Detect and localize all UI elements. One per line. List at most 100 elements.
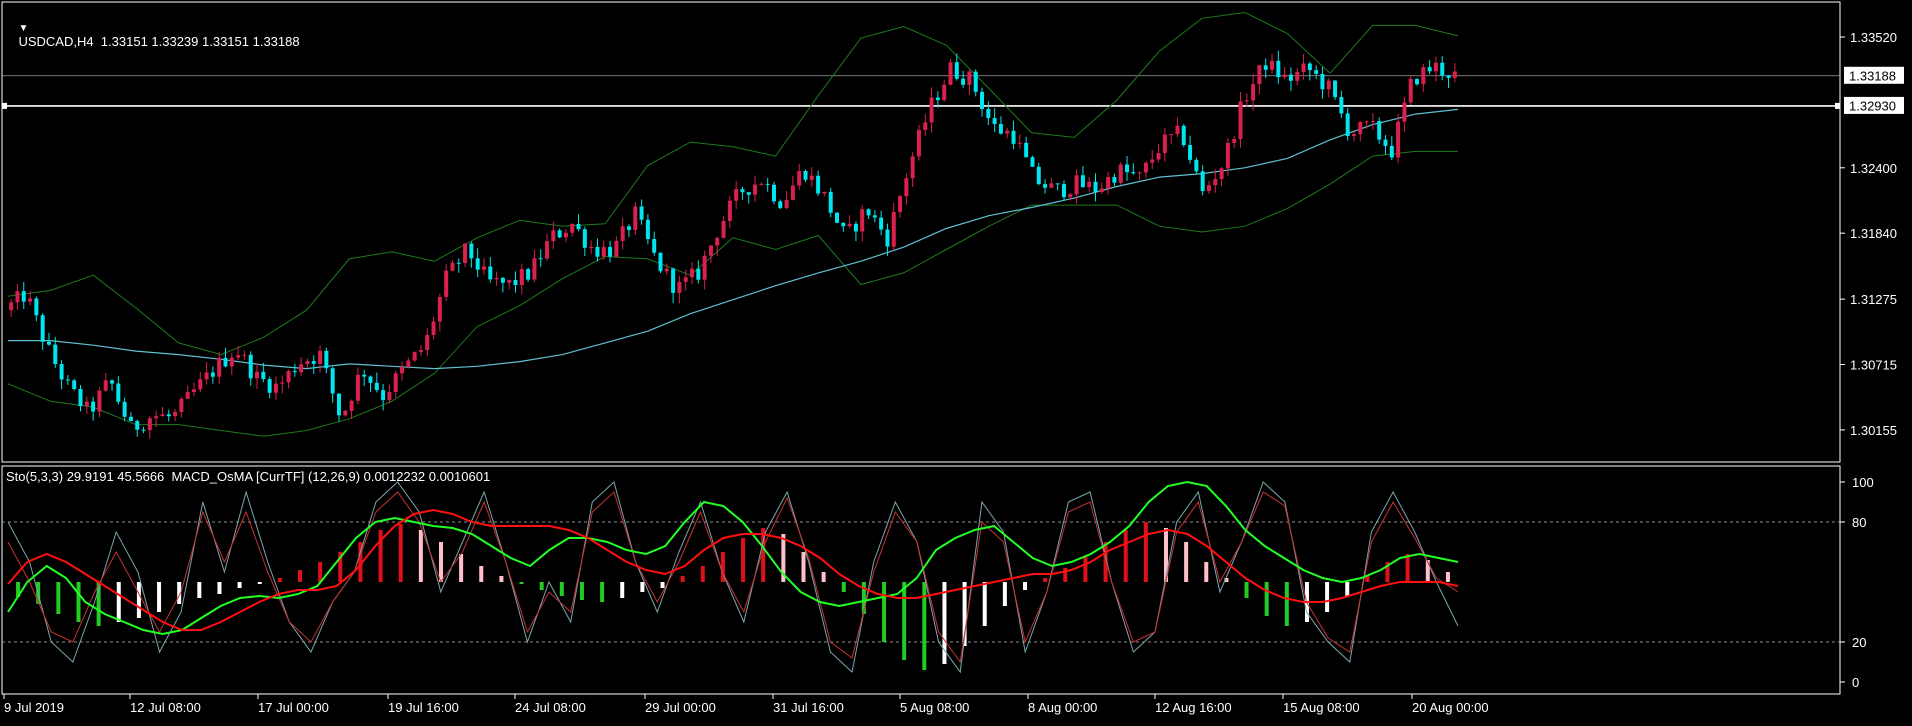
candle-bull	[1364, 121, 1369, 123]
candle-bull	[1219, 168, 1224, 180]
osma-histogram-bar	[741, 538, 746, 582]
osma-histogram-bar	[116, 582, 121, 622]
candle-bull	[1162, 134, 1167, 154]
candle-bull	[620, 226, 625, 241]
osma-histogram-bar	[660, 582, 665, 588]
candle-bull	[1433, 62, 1438, 72]
osma-histogram-bar	[841, 582, 846, 592]
candle-bull	[1106, 177, 1111, 189]
candle-bear	[866, 209, 871, 216]
candle-bear	[261, 371, 266, 380]
candle-bull	[1049, 183, 1054, 188]
candle-bull	[1074, 175, 1079, 195]
osma-histogram-bar	[1143, 522, 1148, 582]
candle-bull	[614, 240, 619, 257]
candle-bull	[948, 62, 953, 85]
candle-bull	[563, 232, 568, 238]
candle-bear	[1307, 63, 1312, 71]
candle-bear	[59, 364, 64, 380]
candle-bull	[494, 277, 499, 280]
candle-bear	[841, 222, 846, 227]
candle-bear	[671, 268, 676, 293]
time-tick-label: 12 Aug 16:00	[1155, 700, 1232, 715]
current-price-label: 1.33188	[1849, 68, 1896, 83]
candle-bull	[1351, 134, 1356, 137]
candle-bull	[1232, 139, 1237, 143]
candle-bear	[210, 372, 215, 377]
candle-bear	[141, 429, 146, 431]
candle-bear	[595, 246, 600, 257]
candle-bull	[790, 185, 795, 200]
time-tick-label: 20 Aug 00:00	[1412, 700, 1489, 715]
candle-bear	[1061, 184, 1066, 198]
candle-bear	[986, 109, 991, 119]
candle-bear	[816, 175, 821, 194]
candle-bull	[916, 129, 921, 157]
candle-bull	[406, 360, 411, 368]
osma-histogram-bar	[1405, 554, 1410, 582]
candle-bear	[652, 239, 657, 253]
candle-bear	[1055, 183, 1060, 185]
candle-bull	[1099, 188, 1104, 192]
price-tick-label: 1.30715	[1850, 358, 1897, 373]
candle-bull	[343, 410, 348, 416]
triangle-down-icon[interactable]: ▼	[18, 23, 28, 34]
candle-bear	[46, 341, 51, 345]
candle-bull	[318, 350, 323, 364]
candle-bear	[645, 219, 650, 240]
candle-bull	[198, 379, 203, 390]
candle-bull	[715, 237, 720, 246]
candle-bear	[456, 262, 461, 264]
candle-bull	[1326, 80, 1331, 90]
candle-bear	[374, 382, 379, 391]
candle-bear	[1200, 171, 1205, 192]
candle-bull	[191, 389, 196, 393]
candle-bear	[1194, 159, 1199, 172]
candle-bull	[431, 321, 436, 335]
candle-bull	[173, 412, 178, 417]
candle-bear	[835, 212, 840, 223]
candle-bear	[1080, 175, 1085, 188]
candle-bull	[1213, 179, 1218, 186]
osma-histogram-bar	[318, 562, 323, 582]
osma-histogram-bar	[982, 582, 987, 626]
candle-bull	[97, 390, 102, 412]
candle-bear	[538, 258, 543, 260]
candle-bear	[853, 223, 858, 232]
candle-bear	[368, 376, 373, 383]
candle-bear	[475, 258, 480, 270]
price-tick-label: 1.33520	[1850, 30, 1897, 45]
candle-bull	[236, 355, 241, 358]
candle-bull	[393, 373, 398, 392]
osma-histogram-bar	[499, 576, 504, 582]
candle-bear	[53, 344, 58, 365]
chart-canvas[interactable]: 1.33520 1.32400 1.31840 1.31275 1.30715 1.301…	[0, 0, 1912, 721]
candle-bear	[885, 229, 890, 247]
candle-bear	[608, 246, 613, 257]
candle-bull	[860, 209, 865, 232]
candle-bull	[463, 243, 468, 263]
candle-bear	[639, 206, 644, 220]
candle-bull	[702, 255, 707, 280]
osma-histogram-bar	[217, 582, 222, 594]
line-price-label: 1.32930	[1849, 98, 1896, 113]
candle-bull	[847, 223, 852, 227]
candle-bull	[15, 291, 20, 303]
candle-bear	[1043, 184, 1048, 188]
osma-histogram-bar	[801, 552, 806, 582]
osma-histogram-bar	[1325, 582, 1330, 612]
time-tick-label: 15 Aug 08:00	[1283, 700, 1360, 715]
candle-bull	[519, 269, 524, 285]
candle-bear	[771, 184, 776, 202]
osma-histogram-bar	[1345, 582, 1350, 596]
candle-bull	[217, 357, 222, 377]
candle-bull	[280, 382, 285, 384]
candle-bull	[147, 418, 152, 431]
candle-bear	[267, 379, 272, 393]
candle-bear	[324, 350, 329, 369]
candle-bear	[248, 354, 253, 379]
candle-bear	[992, 118, 997, 125]
candle-bear	[935, 97, 940, 101]
candle-bear	[1093, 181, 1098, 192]
osma-histogram-bar	[76, 582, 81, 622]
